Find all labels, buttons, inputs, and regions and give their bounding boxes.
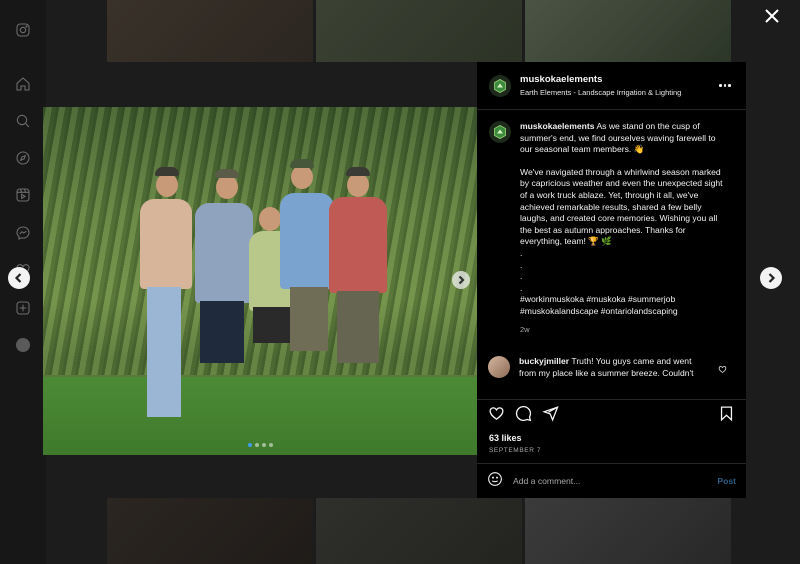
commenter-username[interactable]: buckyjmiller <box>519 356 569 366</box>
save-icon[interactable] <box>718 405 735 422</box>
add-comment-bar: Post <box>477 463 746 498</box>
post-comment-button[interactable]: Post <box>717 476 736 486</box>
caption: muskokaelements As we stand on the cusp … <box>477 110 746 350</box>
caption-avatar[interactable] <box>489 121 511 143</box>
post-photo <box>43 107 477 455</box>
grid-tile <box>107 498 313 564</box>
caption-dot: . <box>520 271 523 282</box>
emoji-icon[interactable] <box>487 471 503 492</box>
comment-item: buckyjmiller Truth! You guys came and we… <box>477 350 746 390</box>
comment-icon[interactable] <box>515 405 532 422</box>
post-header: muskokaelements Earth Elements - Landsca… <box>477 62 746 110</box>
post-date[interactable]: SEPTEMBER 7 <box>489 447 541 454</box>
explore-icon[interactable] <box>14 149 32 167</box>
chevron-left-icon <box>14 273 22 283</box>
post-actions <box>477 399 746 427</box>
like-icon[interactable] <box>488 405 505 422</box>
chevron-right-icon <box>768 273 776 283</box>
hexagon-logo-icon <box>494 125 506 139</box>
grid-tile <box>316 498 522 564</box>
close-icon[interactable] <box>762 6 782 26</box>
caption-dot: . <box>520 259 523 270</box>
caption-text: muskokaelements As we stand on the cusp … <box>520 121 728 350</box>
profile-avatar[interactable] <box>14 336 32 354</box>
post-username[interactable]: muskokaelements <box>520 74 716 85</box>
more-options-icon[interactable] <box>716 84 734 87</box>
previous-post-button[interactable] <box>8 267 30 289</box>
commenter-avatar[interactable] <box>488 356 510 378</box>
grid-tile <box>525 0 731 62</box>
carousel-dot <box>262 443 266 447</box>
carousel-indicator <box>248 443 273 447</box>
account-avatar[interactable] <box>489 74 511 97</box>
post-location[interactable]: Earth Elements - Landscape Irrigation & … <box>520 88 716 97</box>
carousel-next-button[interactable] <box>452 271 470 289</box>
carousel-dot <box>248 443 252 447</box>
comment-like-icon[interactable] <box>718 361 727 390</box>
reels-icon[interactable] <box>14 186 32 204</box>
carousel-dot <box>269 443 273 447</box>
home-icon[interactable] <box>14 75 32 93</box>
comment-text: buckyjmiller Truth! You guys came and we… <box>519 356 709 390</box>
chevron-right-icon <box>458 275 465 285</box>
grid-tile <box>525 498 731 564</box>
caption-hashtags[interactable]: #workinmuskoka #muskoka #summerjob #musk… <box>520 294 728 317</box>
caption-dot: . <box>520 282 523 293</box>
like-count[interactable]: 63 likes <box>489 433 522 443</box>
comment-input[interactable] <box>513 476 718 486</box>
grid-tile <box>107 0 313 62</box>
caption-body: We've navigated through a whirlwind seas… <box>520 166 723 247</box>
caption-username[interactable]: muskokaelements <box>520 121 595 131</box>
caption-dot: . <box>520 247 523 258</box>
search-icon[interactable] <box>14 112 32 130</box>
messenger-icon[interactable] <box>14 224 32 242</box>
post-modal: muskokaelements Earth Elements - Landsca… <box>43 62 746 498</box>
carousel-dot <box>255 443 259 447</box>
hexagon-logo-icon <box>494 78 506 93</box>
grid-tile <box>316 0 522 62</box>
post-time[interactable]: 2w <box>520 324 728 336</box>
post-side-panel: muskokaelements Earth Elements - Landsca… <box>477 62 746 498</box>
create-icon[interactable] <box>14 299 32 317</box>
share-icon[interactable] <box>542 405 559 422</box>
next-post-button[interactable] <box>760 267 782 289</box>
instagram-icon[interactable] <box>14 21 32 39</box>
